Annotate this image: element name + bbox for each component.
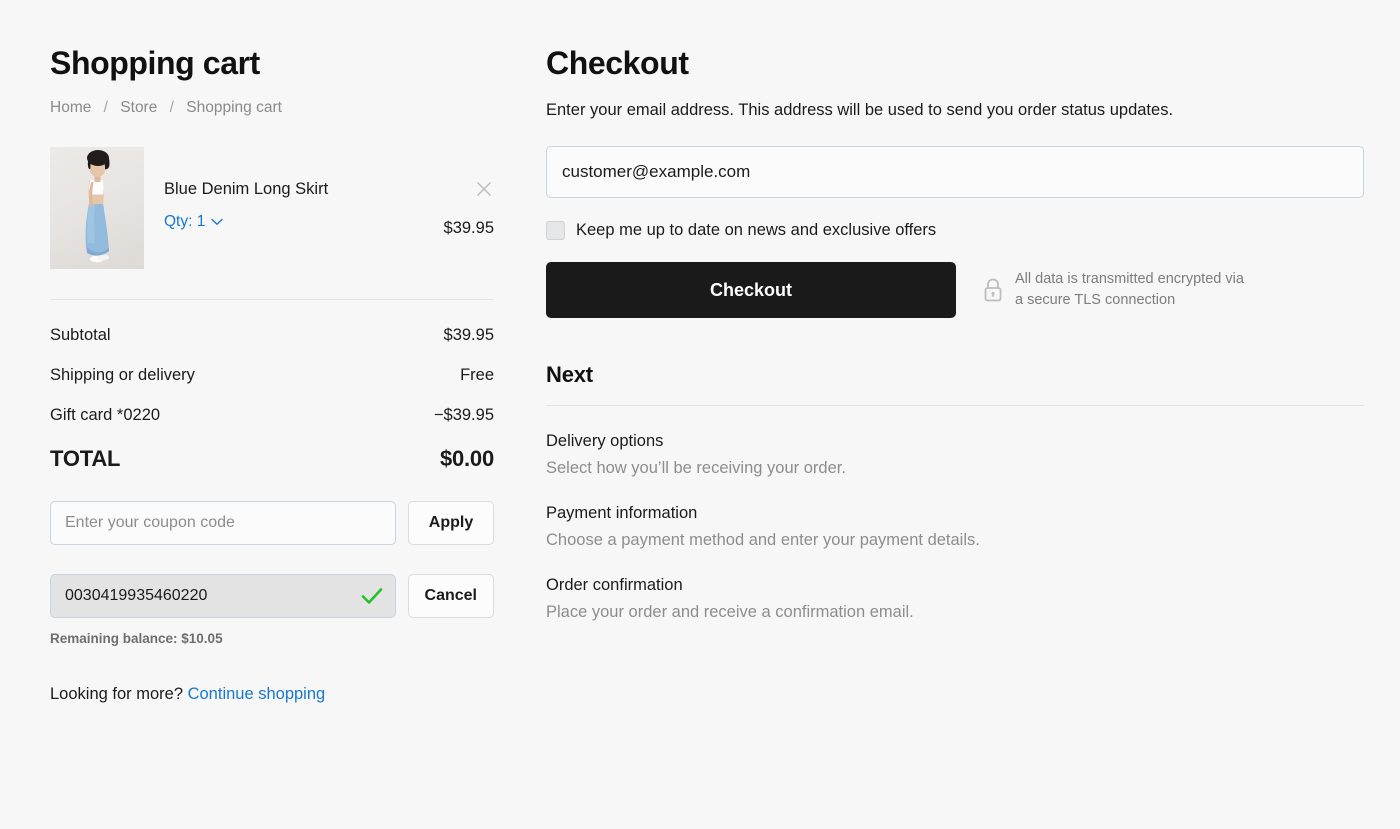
next-step-payment-information: Payment information Choose a payment met… [546, 504, 1364, 550]
breadcrumb-item-store[interactable]: Store [120, 99, 157, 116]
checkout-panel: Checkout Enter your email address. This … [546, 45, 1364, 622]
next-step-delivery-options: Delivery options Select how you’ll be re… [546, 432, 1364, 478]
grand-total-label: TOTAL [50, 446, 121, 472]
cart-item-details: Blue Denim Long Skirt Qty: 1 [164, 147, 494, 230]
continue-shopping-link[interactable]: Continue shopping [188, 685, 326, 703]
step-description: Place your order and receive a confirmat… [546, 603, 914, 622]
newsletter-checkbox[interactable] [546, 221, 565, 241]
total-value: Free [460, 366, 494, 385]
next-steps-divider [546, 405, 1364, 407]
continue-shopping-prompt: Looking for more? [50, 685, 183, 704]
page-title: Shopping cart [50, 45, 260, 81]
continue-shopping-line: Looking for more? Continue shopping [50, 685, 494, 704]
total-row-shipping: Shipping or delivery Free [50, 366, 494, 385]
checkout-button[interactable]: Checkout [546, 262, 956, 319]
breadcrumb: Home / Store / Shopping cart [50, 99, 494, 117]
giftcard-balance-note: Remaining balance: $10.05 [50, 631, 223, 647]
email-field[interactable] [546, 146, 1364, 199]
breadcrumb-separator: / [103, 99, 108, 117]
giftcard-row: Cancel [50, 574, 494, 619]
newsletter-label[interactable]: Keep me up to date on news and exclusive… [576, 221, 936, 240]
giftcard-input[interactable] [50, 574, 396, 619]
security-note-line1: All data is transmitted encrypted via [1015, 271, 1244, 288]
total-row-subtotal: Subtotal $39.95 [50, 326, 494, 345]
coupon-row: Apply [50, 501, 494, 546]
security-note-text: All data is transmitted encrypted via a … [1015, 269, 1244, 311]
quantity-label: Qty: 1 [164, 212, 206, 230]
security-note: All data is transmitted encrypted via a … [982, 269, 1244, 311]
step-title: Payment information [546, 504, 698, 523]
newsletter-row: Keep me up to date on news and exclusive… [546, 221, 1364, 241]
total-row-grand: TOTAL $0.00 [50, 446, 494, 472]
quantity-selector[interactable]: Qty: 1 [164, 212, 224, 231]
product-image-figure [85, 150, 110, 263]
apply-coupon-button[interactable]: Apply [408, 501, 494, 546]
next-steps-title: Next [546, 362, 593, 388]
total-value: −$39.95 [433, 406, 494, 425]
product-name[interactable]: Blue Denim Long Skirt [164, 179, 494, 200]
cancel-giftcard-button[interactable]: Cancel [407, 574, 494, 619]
checkout-title: Checkout [546, 45, 689, 81]
total-label: Shipping or delivery [50, 366, 195, 385]
product-price: $39.95 [443, 219, 494, 238]
giftcard-field-wrapper [50, 574, 396, 619]
cart-divider [50, 299, 494, 301]
breadcrumb-item-shopping-cart[interactable]: Shopping cart [186, 99, 282, 116]
close-icon[interactable] [474, 179, 494, 199]
step-description: Choose a payment method and enter your p… [546, 531, 980, 550]
cart-line-item: Blue Denim Long Skirt Qty: 1 $39.95 [50, 147, 494, 270]
product-thumbnail[interactable] [50, 147, 144, 270]
shopping-cart-panel: Shopping cart Home / Store / Shopping ca… [50, 45, 494, 704]
checkout-action-row: Checkout All data is transmitted encrypt… [546, 262, 1364, 319]
breadcrumb-item-home[interactable]: Home [50, 99, 91, 116]
total-label: Subtotal [50, 326, 111, 345]
total-value: $39.95 [443, 326, 494, 345]
step-title: Delivery options [546, 432, 664, 451]
checkout-page: Shopping cart Home / Store / Shopping ca… [0, 0, 1400, 829]
total-label: Gift card *0220 [50, 406, 161, 425]
security-note-line2: a secure TLS connection [1015, 292, 1176, 309]
step-description: Select how you’ll be receiving your orde… [546, 459, 846, 478]
lock-icon [984, 279, 1002, 302]
next-step-order-confirmation: Order confirmation Place your order and … [546, 576, 1364, 622]
order-totals: Subtotal $39.95 Shipping or delivery Fre… [50, 326, 494, 472]
breadcrumb-separator: / [169, 99, 174, 117]
total-row-giftcard: Gift card *0220 −$39.95 [50, 406, 494, 425]
coupon-input[interactable] [50, 501, 396, 546]
grand-total-value: $0.00 [439, 446, 494, 472]
chevron-down-icon [211, 218, 224, 225]
step-title: Order confirmation [546, 576, 683, 595]
checkout-description: Enter your email address. This address w… [546, 101, 1174, 120]
